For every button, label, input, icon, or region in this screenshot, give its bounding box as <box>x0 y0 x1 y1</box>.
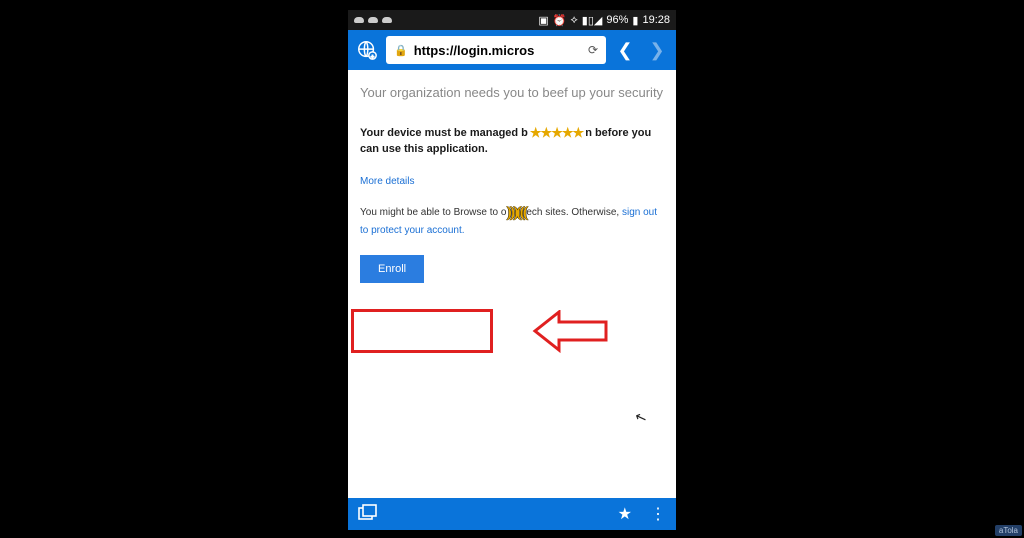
status-left-icons <box>354 17 392 23</box>
svg-text:+: + <box>371 54 374 60</box>
more-details-link[interactable]: More details <box>360 176 414 187</box>
nfc-icon: ▣ <box>538 14 548 27</box>
forward-button: ❯ <box>644 37 670 63</box>
back-button[interactable]: ❮ <box>612 37 638 63</box>
url-text: https://login.micros <box>414 43 582 58</box>
wifi-icon: ⟡ <box>571 14 578 27</box>
annotation-rectangle <box>351 309 493 353</box>
page-content: Your organization needs you to beef up y… <box>348 70 676 498</box>
alarm-icon: ⏰ <box>553 14 567 27</box>
lock-icon: 🔒 <box>394 44 408 57</box>
browser-toolbar: + 🔒 https://login.micros ⟳ ❮ ❯ <box>348 30 676 70</box>
hint-text: You might be able to Browse to o)))(((ec… <box>360 201 664 239</box>
notification-icon <box>354 17 364 23</box>
notification-icon <box>382 17 392 23</box>
notification-icon <box>368 17 378 23</box>
hint-pre: You might be able to Browse to o <box>360 207 506 218</box>
body-pre: Your device must be managed b <box>360 127 528 139</box>
phone-frame: ▣ ⏰ ⟡ ▮▯◢ 96% ▮ 19:28 + 🔒 https://login.… <box>348 10 676 530</box>
redacted-glyphs: )))((( <box>506 201 526 224</box>
clock: 19:28 <box>642 14 670 26</box>
annotation-arrow-icon <box>531 310 611 354</box>
redacted-stars: ★★★★★ <box>528 124 585 142</box>
bookmark-star-icon[interactable]: ★ <box>618 504 632 524</box>
browser-bottom-bar: ★ ⋮ <box>348 498 676 530</box>
address-bar[interactable]: 🔒 https://login.micros ⟳ <box>386 36 606 64</box>
hint-post: ech sites. Otherwise, <box>526 207 622 218</box>
battery-icon: ▮ <box>632 14 638 27</box>
globe-icon[interactable]: + <box>354 37 380 63</box>
signal-icon: ▮▯◢ <box>582 14 603 27</box>
status-bar: ▣ ⏰ ⟡ ▮▯◢ 96% ▮ 19:28 <box>348 10 676 30</box>
enroll-button[interactable]: Enroll <box>360 255 424 283</box>
managed-device-message: Your device must be managed b★★★★★n befo… <box>360 124 664 158</box>
tabs-icon[interactable] <box>358 504 378 525</box>
reload-icon[interactable]: ⟳ <box>588 43 598 57</box>
page-heading: Your organization needs you to beef up y… <box>360 84 664 102</box>
status-right: ▣ ⏰ ⟡ ▮▯◢ 96% ▮ 19:28 <box>538 14 670 27</box>
watermark: aTola <box>995 525 1022 536</box>
menu-dots-icon[interactable]: ⋮ <box>650 504 666 524</box>
battery-percent: 96% <box>606 14 628 26</box>
